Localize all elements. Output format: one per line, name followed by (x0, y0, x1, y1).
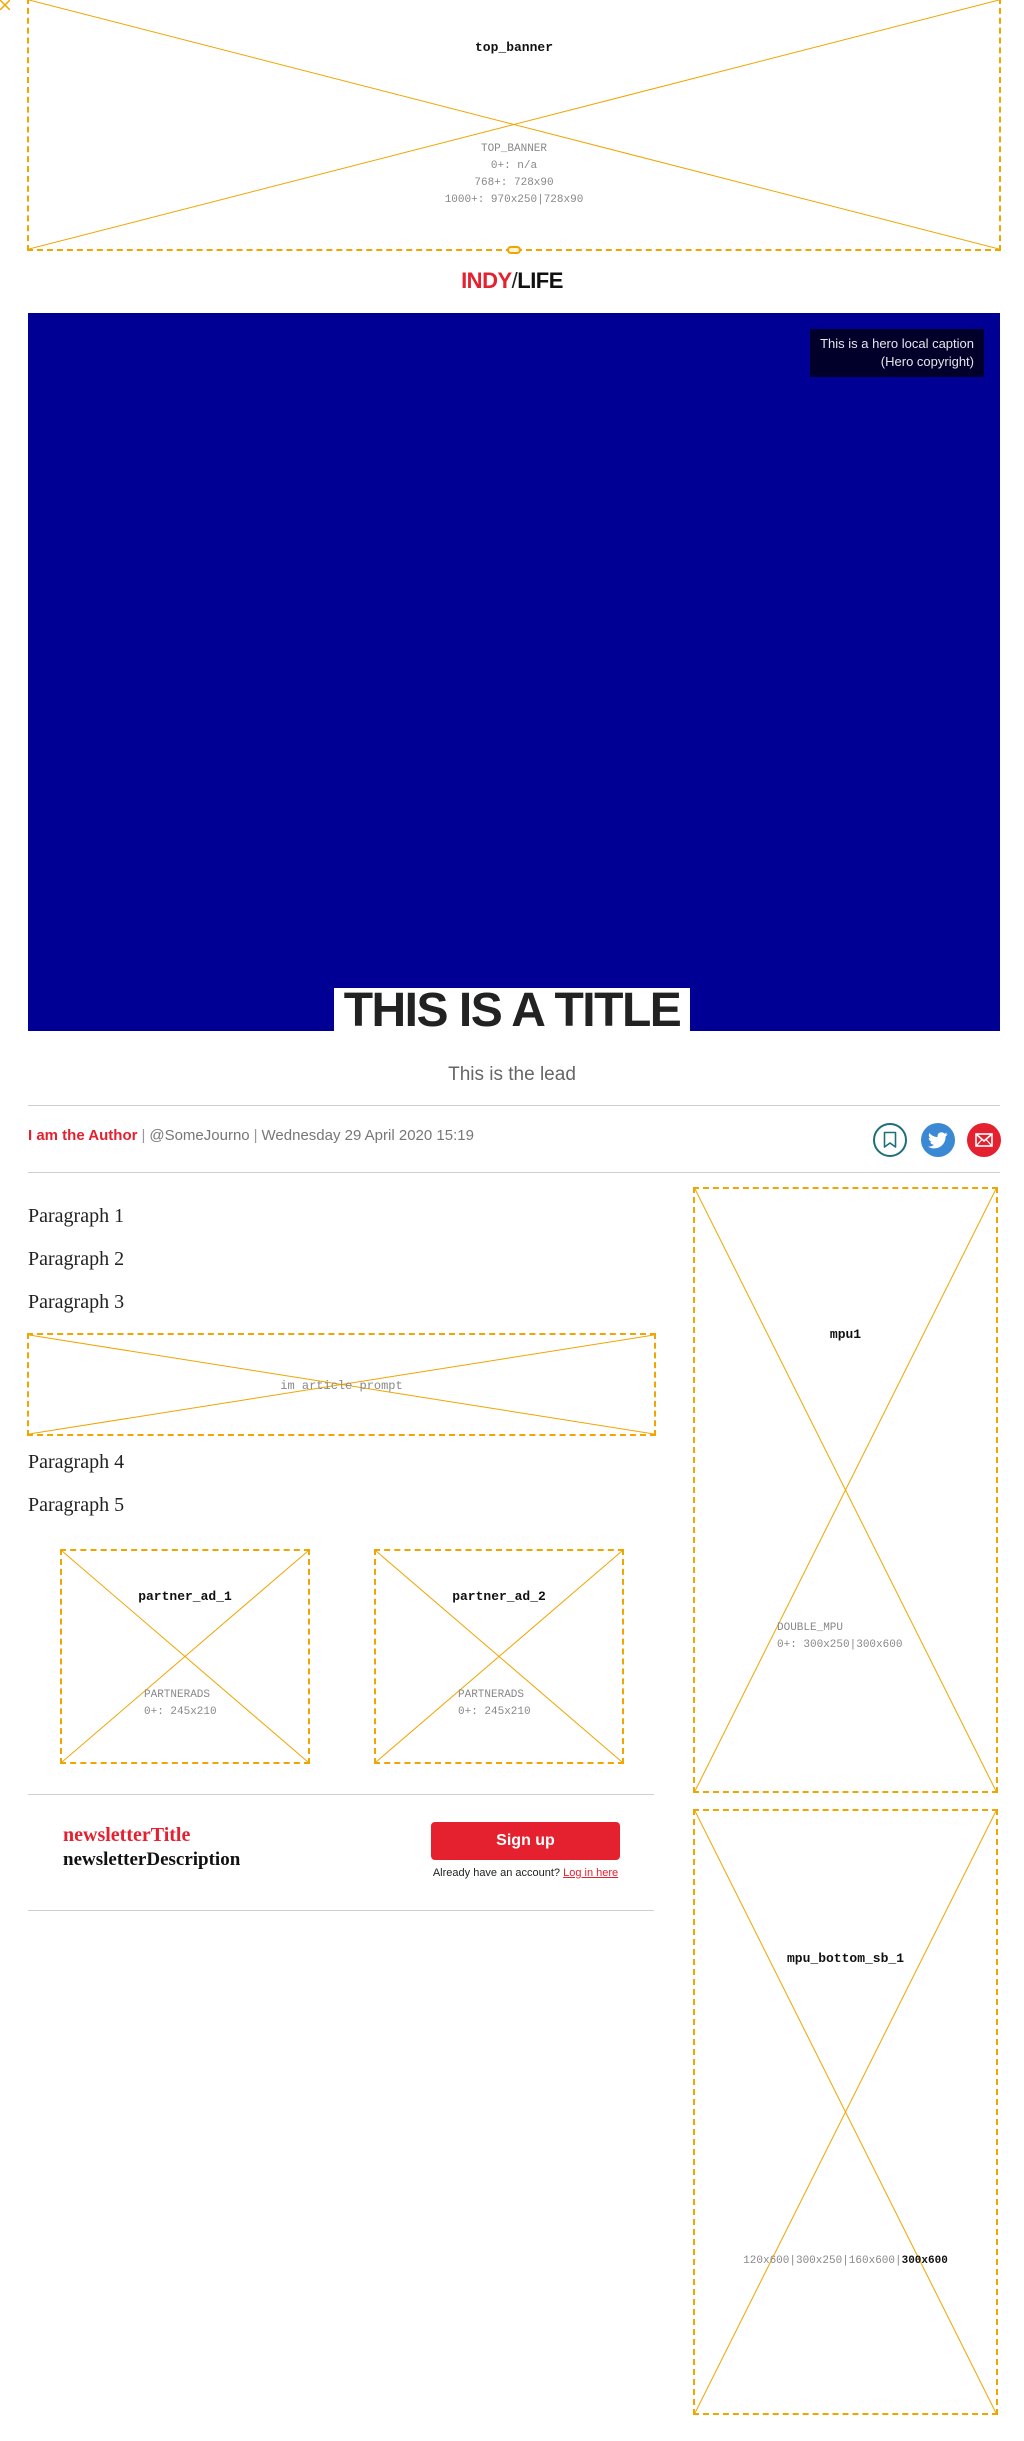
article-paragraph: Paragraph 4 (28, 1451, 125, 1473)
newsletter-description: newsletterDescription (63, 1849, 241, 1870)
newsletter-title: newsletterTitle (63, 1824, 191, 1846)
publish-date: Wednesday 29 April 2020 15:19 (261, 1127, 474, 1144)
divider (28, 1172, 1000, 1173)
placeholder-cross-icon (695, 1189, 996, 1791)
partner-ad-2[interactable]: partner_ad_2 PARTNERADS 0+: 245x210 (374, 1549, 624, 1764)
article-paragraph: Paragraph 5 (28, 1494, 125, 1516)
twitter-icon (928, 1131, 948, 1148)
ad-slot-name: partner_ad_1 (138, 1589, 232, 1604)
ad-slot-name: top_banner (474, 40, 553, 55)
ad-slot-info: PARTNERADS 0+: 245x210 (144, 1689, 217, 1718)
ad-slot-name: partner_ad_2 (452, 1589, 546, 1604)
in-article-prompt-ad[interactable]: im article prompt (27, 1333, 656, 1436)
placeholder-cross-icon (62, 1551, 308, 1762)
ad-slot-name: mpu1 (829, 1327, 862, 1342)
selected-ad-size: 300x600 (901, 2255, 948, 2267)
ad-slot-name: mpu_bottom_sb_1 (786, 1951, 905, 1966)
placeholder-cross-icon (29, 0, 999, 249)
hero-image: This is a hero local caption (Hero copyr… (28, 313, 1000, 1031)
article-paragraph: Paragraph 3 (28, 1291, 125, 1313)
ad-slot-info: DOUBLE_MPU 0+: 300x250|300x600 (777, 1622, 903, 1651)
bookmark-icon (883, 1131, 897, 1148)
ad-slot-sizes: 120x600|300x250|160x600|300x600 (743, 2255, 948, 2267)
corner-marker-icon (0, 0, 10, 10)
login-link[interactable]: Log in here (563, 1867, 618, 1879)
ad-slot-name: im article prompt (280, 1379, 403, 1393)
twitter-share-button[interactable] (921, 1123, 955, 1157)
title-wrapper: THIS IS A TITLE (0, 987, 1024, 1035)
article-paragraph: Paragraph 1 (28, 1205, 125, 1227)
divider (28, 1910, 654, 1911)
ad-slot-info: TOP_BANNER 0+: n/a 768+: 728x90 1000+: 9… (444, 143, 584, 206)
article-lead: This is the lead (448, 1064, 576, 1085)
divider (28, 1794, 654, 1795)
email-icon (975, 1133, 993, 1147)
placeholder-cross-icon (376, 1551, 622, 1762)
mpu1-ad[interactable]: mpu1 DOUBLE_MPU 0+: 300x250|300x600 (693, 1187, 998, 1793)
ad-resize-handle[interactable] (507, 246, 521, 254)
byline: I am the Author | @SomeJourno | Wednesday 29… (28, 1127, 474, 1144)
divider (28, 1105, 1000, 1106)
ad-slot-info: PARTNERADS 0+: 245x210 (458, 1689, 531, 1718)
mpu-bottom-sb-1-ad[interactable]: mpu_bottom_sb_1 120x600|300x250|160x600|… (693, 1809, 998, 2415)
author-handle-link[interactable]: @SomeJourno (149, 1127, 249, 1144)
article-title: THIS IS A TITLE (333, 987, 691, 1035)
hero-caption: This is a hero local caption (Hero copyr… (810, 329, 984, 377)
sign-up-button[interactable]: Sign up (431, 1822, 620, 1860)
partner-ad-1[interactable]: partner_ad_1 PARTNERADS 0+: 245x210 (60, 1549, 310, 1764)
article-paragraph: Paragraph 2 (28, 1248, 125, 1270)
site-logo[interactable]: INDY/LIFE (0, 268, 1024, 294)
email-share-button[interactable] (967, 1123, 1001, 1157)
top-banner-ad[interactable]: top_banner TOP_BANNER 0+: n/a 768+: 728x… (27, 0, 1001, 251)
login-prompt: Already have an account? Log in here (432, 1867, 619, 1879)
placeholder-cross-icon (695, 1811, 996, 2413)
author-link[interactable]: I am the Author (28, 1127, 137, 1144)
bookmark-button[interactable] (873, 1123, 907, 1157)
